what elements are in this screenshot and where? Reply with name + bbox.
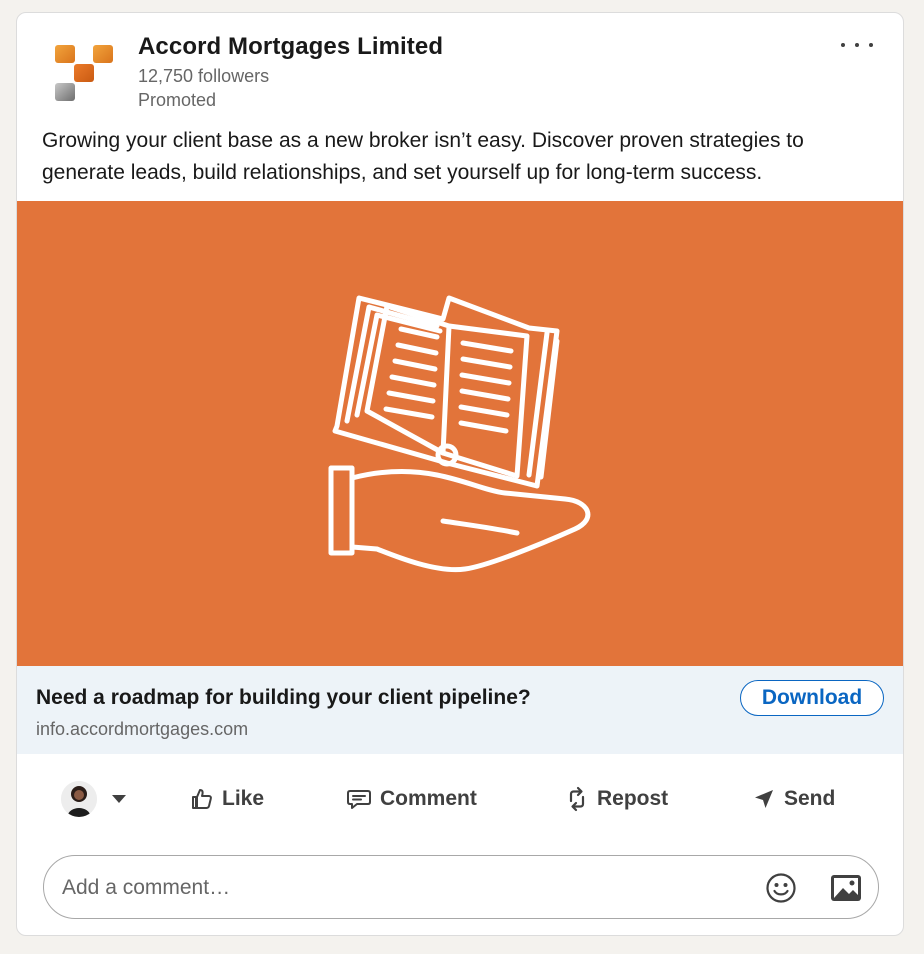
sponsored-post-card: Accord Mortgages Limited 12,750 follower… (16, 12, 904, 936)
company-logo[interactable] (53, 43, 117, 107)
cta-domain: info.accordmortgages.com (36, 719, 249, 739)
send-icon (755, 790, 773, 808)
cta-headline[interactable]: Need a roadmap for building your client … (36, 686, 531, 710)
more-dot-icon (855, 43, 859, 47)
follower-count: 12,750 followers (138, 66, 270, 86)
comment-box[interactable] (43, 855, 879, 920)
send-label: Send (784, 787, 836, 810)
company-name[interactable]: Accord Mortgages Limited (138, 33, 443, 61)
post-body-text: Growing your client base as a new broker… (42, 129, 804, 184)
avatar (61, 781, 97, 817)
post-header: Accord Mortgages Limited 12,750 follower… (17, 13, 903, 123)
post-actions-bar: Like Comment Repost Send (17, 754, 903, 842)
comment-label: Comment (380, 787, 477, 810)
promoted-label: Promoted (138, 90, 217, 110)
repost-label: Repost (597, 787, 669, 810)
cta-bar: Need a roadmap for building your client … (17, 666, 903, 754)
comment-button[interactable]: Comment (346, 784, 477, 814)
like-label: Like (222, 787, 265, 810)
more-dot-icon (841, 43, 845, 47)
comment-input[interactable] (60, 856, 744, 920)
send-button[interactable]: Send (752, 784, 835, 814)
caret-down-icon (112, 795, 126, 803)
like-button[interactable]: Like (190, 784, 264, 814)
comment-icon (347, 790, 371, 809)
actor-selector[interactable] (61, 780, 131, 818)
more-options-button[interactable] (841, 35, 873, 55)
emoji-icon[interactable] (765, 872, 797, 904)
more-dot-icon (869, 43, 873, 47)
thumbs-up-icon (192, 789, 212, 809)
repost-icon (569, 786, 585, 812)
post-hero-image[interactable] (17, 201, 903, 666)
image-icon[interactable] (829, 873, 863, 903)
repost-button[interactable]: Repost (565, 784, 668, 814)
open-book-on-hand-icon (328, 295, 591, 573)
download-button[interactable]: Download (740, 680, 884, 716)
